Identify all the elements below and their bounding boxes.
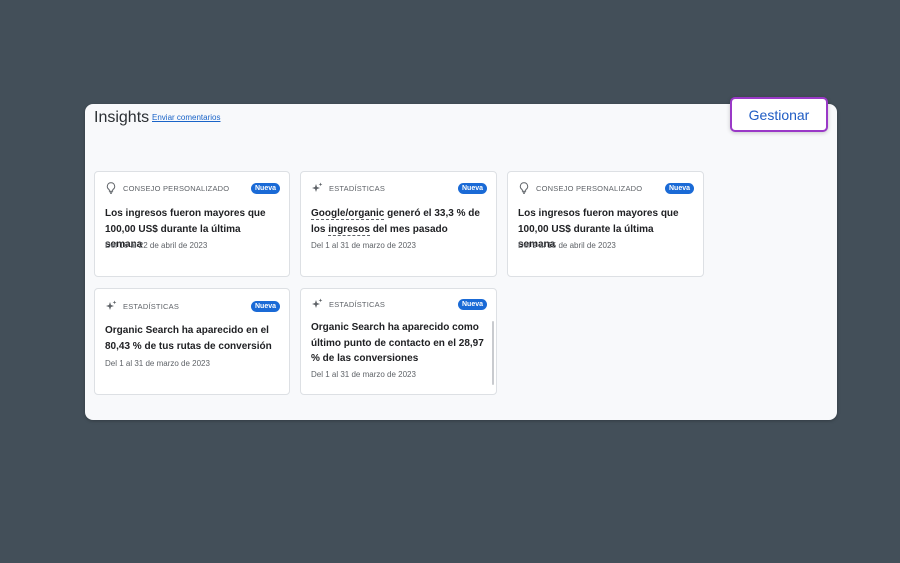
new-badge: Nueva: [457, 182, 487, 194]
new-badge: Nueva: [664, 182, 694, 194]
dimension-term[interactable]: Google/organic: [311, 208, 385, 220]
insight-card[interactable]: ESTADÍSTICAS Nueva Google/organic generó…: [300, 171, 497, 277]
metric-term[interactable]: ingresos: [328, 223, 370, 236]
card-category: ESTADÍSTICAS: [329, 183, 386, 193]
body-text: del mes pasado: [369, 223, 448, 235]
card-body: Organic Search ha aparecido como último …: [311, 322, 484, 364]
card-category: ESTADÍSTICAS: [329, 299, 386, 309]
insight-card[interactable]: ESTADÍSTICAS Nueva Organic Search ha apa…: [94, 288, 290, 395]
card-header: ESTADÍSTICAS Nueva: [311, 297, 487, 311]
card-date: Del 9 al 15 de abril de 2023: [518, 241, 616, 250]
card-body: Organic Search ha aparecido en el 80,43 …: [105, 325, 272, 352]
new-badge: Nueva: [457, 298, 487, 310]
sparkle-icon: [311, 182, 323, 194]
card-scrollbar[interactable]: [492, 321, 494, 385]
card-date: Del 1 al 31 de marzo de 2023: [105, 359, 210, 368]
sparkle-icon: [105, 300, 117, 312]
panel-title: Insights: [94, 109, 150, 126]
insight-card[interactable]: CONSEJO PERSONALIZADO Nueva Los ingresos…: [94, 171, 290, 277]
new-badge: Nueva: [250, 182, 280, 194]
card-body: Google/organic generó el 33,3 % de los i…: [311, 206, 486, 237]
card-header: ESTADÍSTICAS Nueva: [311, 181, 487, 195]
card-header: CONSEJO PERSONALIZADO Nueva: [105, 181, 280, 195]
new-badge: Nueva: [250, 300, 280, 312]
card-header: CONSEJO PERSONALIZADO Nueva: [518, 181, 694, 195]
card-category: ESTADÍSTICAS: [123, 301, 180, 311]
insight-card[interactable]: CONSEJO PERSONALIZADO Nueva Los ingresos…: [507, 171, 704, 277]
card-category: CONSEJO PERSONALIZADO: [536, 183, 643, 193]
card-category: CONSEJO PERSONALIZADO: [123, 183, 230, 193]
insights-panel: Insights Enviar comentarios CONSEJO PERS…: [85, 104, 837, 420]
card-date: Del 1 al 31 de marzo de 2023: [311, 241, 416, 250]
insight-card[interactable]: ESTADÍSTICAS Nueva Organic Search ha apa…: [300, 288, 497, 395]
card-date: Del 1 al 31 de marzo de 2023: [311, 370, 416, 379]
card-header: ESTADÍSTICAS Nueva: [105, 299, 280, 313]
lightbulb-icon: [518, 182, 530, 194]
sparkle-icon: [311, 298, 323, 310]
send-feedback-link[interactable]: Enviar comentarios: [152, 113, 220, 122]
manage-button[interactable]: Gestionar: [730, 97, 828, 132]
lightbulb-icon: [105, 182, 117, 194]
card-date: Del 16 al 22 de abril de 2023: [105, 241, 208, 250]
